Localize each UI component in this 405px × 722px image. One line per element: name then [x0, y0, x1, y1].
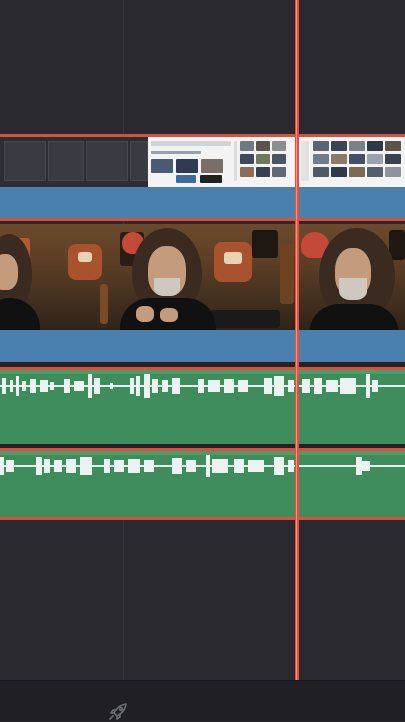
rocket-icon[interactable] — [107, 702, 131, 722]
audio-waveform — [0, 455, 405, 477]
video-clip-screen-recording[interactable] — [0, 137, 405, 187]
playhead[interactable] — [295, 0, 299, 680]
video-clip-talking-head[interactable] — [0, 224, 405, 330]
audio-clip-track-1[interactable] — [0, 370, 405, 444]
timeline-area[interactable] — [0, 0, 405, 680]
audio-waveform — [0, 374, 405, 398]
video-clip-bar-upper[interactable] — [0, 187, 405, 219]
bottom-toolbar — [0, 680, 405, 721]
clip-thumbnail-browser — [148, 137, 295, 187]
clip-thumbnail-browser-2 — [299, 137, 405, 187]
clip-thumbnail-dark — [0, 137, 148, 187]
clip-thumbnail-person — [40, 224, 295, 330]
clip-thumbnail-person — [0, 224, 40, 330]
audio-clip-track-2[interactable] — [0, 451, 405, 517]
track-selection-border — [0, 218, 405, 221]
video-clip-bar-lower[interactable] — [0, 330, 405, 362]
clip-thumbnail-person — [299, 224, 405, 330]
track-selection-border-bottom — [0, 517, 405, 520]
